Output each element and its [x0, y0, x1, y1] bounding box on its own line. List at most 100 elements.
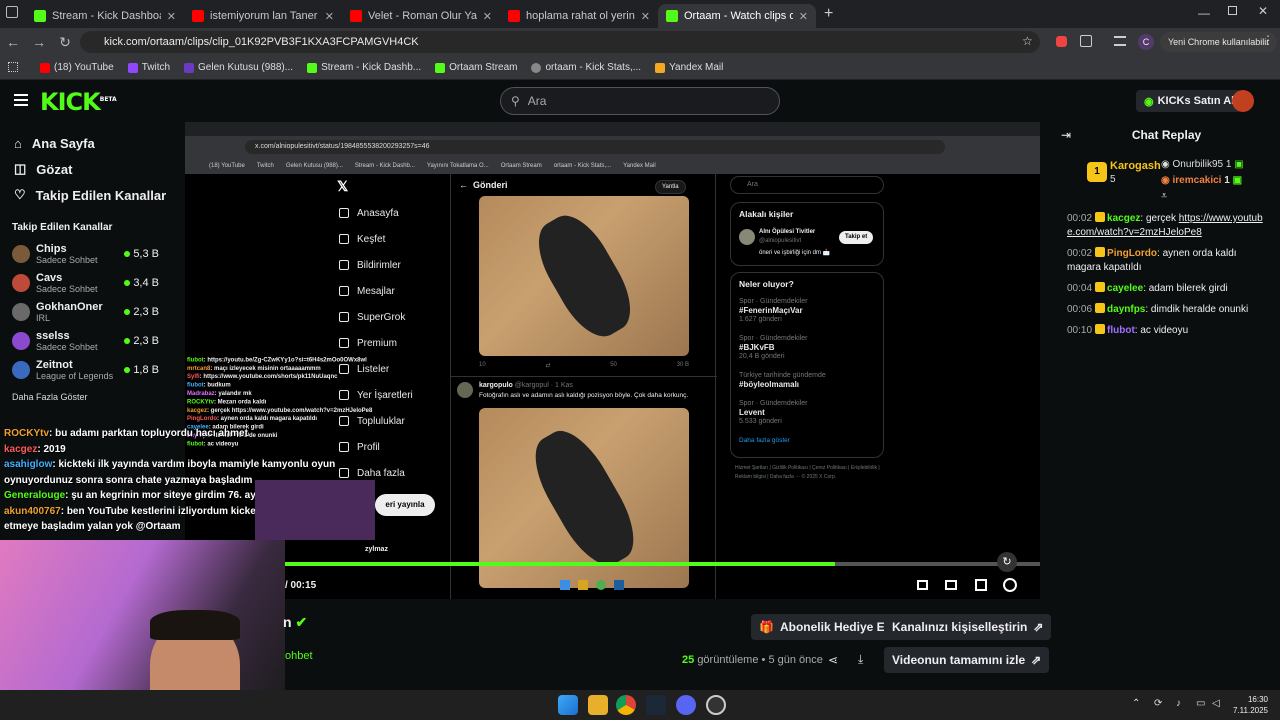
- sidebar-channel[interactable]: sselss Sadece Sohbet 2,3 B: [0, 326, 175, 355]
- bookmark-item[interactable]: (18) YouTube: [40, 62, 114, 73]
- maximize-icon[interactable]: [1228, 6, 1237, 15]
- close-tab-icon[interactable]: ✕: [483, 10, 492, 23]
- clock[interactable]: 16:30 7.11.2025: [1230, 694, 1268, 716]
- bookmark-item[interactable]: Twitch: [127, 62, 170, 73]
- leader-row[interactable]: ◉ Onurbilik95 1 ▣: [1161, 159, 1244, 170]
- close-tab-icon[interactable]: ✕: [325, 10, 334, 23]
- show-more-link[interactable]: Daha Fazla Göster: [0, 384, 175, 410]
- sidebar-channel[interactable]: Cavs Sadece Sohbet 3,4 B: [0, 268, 175, 297]
- expand-leaderboard-icon[interactable]: ⩡: [1161, 190, 1167, 203]
- chrome-update-button[interactable]: Yeni Chrome kullanılabilir: [1160, 32, 1278, 52]
- x-nav-item[interactable]: Bildirimler: [333, 252, 443, 278]
- download-icon[interactable]: ⤓: [858, 652, 863, 667]
- video-progress-track[interactable]: [185, 562, 1040, 566]
- sidebar-item-home[interactable]: ⌂ Ana Sayfa: [0, 130, 175, 156]
- kick-logo[interactable]: KICKBETA: [40, 88, 117, 116]
- extensions-puzzle-icon[interactable]: [1080, 35, 1092, 47]
- media-icon[interactable]: [1114, 36, 1126, 46]
- volume-icon[interactable]: ◁: [1212, 698, 1220, 709]
- extension-icon[interactable]: [1056, 36, 1067, 47]
- tab-search-icon[interactable]: [6, 6, 18, 18]
- picture-in-picture-icon[interactable]: [917, 580, 928, 590]
- message-user[interactable]: daynfps: [1107, 304, 1145, 315]
- minimize-icon[interactable]: —: [1198, 6, 1210, 20]
- reload-icon[interactable]: ↻: [52, 34, 78, 51]
- replay-icon[interactable]: ↻: [997, 552, 1017, 572]
- trend-item[interactable]: Spor · Gündemdekiler Levent 5.533 gönderi: [739, 399, 879, 426]
- url-bar[interactable]: kick.com/ortaam/clips/clip_01K92PVB3F1KX…: [80, 31, 1040, 53]
- bookmark-star-icon[interactable]: ☆: [1022, 34, 1033, 48]
- kicks-buy-button[interactable]: ◉ KICKs Satın Al: [1136, 90, 1243, 112]
- x-nav-item[interactable]: Profil: [333, 434, 443, 460]
- tray-chevron-icon[interactable]: ⌃: [1132, 698, 1140, 709]
- message-user[interactable]: PingLordo: [1107, 248, 1157, 259]
- sidebar-channel[interactable]: GokhanOner IRL 2,3 B: [0, 297, 175, 326]
- obs-taskbar-icon[interactable]: [706, 695, 726, 715]
- close-window-icon[interactable]: ✕: [1258, 4, 1268, 18]
- message-user[interactable]: cayelee: [1107, 283, 1143, 294]
- display-icon[interactable]: ▭: [1196, 698, 1205, 709]
- bookmark-item[interactable]: Ortaam Stream: [435, 62, 517, 73]
- search-input[interactable]: ⚲ Ara: [500, 87, 780, 115]
- apps-grid-icon[interactable]: [8, 62, 18, 72]
- views-label: görüntüleme: [697, 654, 759, 666]
- microphone-icon[interactable]: ♪: [1176, 698, 1181, 709]
- browser-tab-active[interactable]: Ortaam - Watch clips on Kick ✕: [658, 4, 816, 28]
- close-tab-icon[interactable]: ✕: [799, 10, 808, 23]
- follow-button[interactable]: Takip et: [839, 231, 874, 244]
- close-tab-icon[interactable]: ✕: [167, 10, 176, 23]
- close-tab-icon[interactable]: ✕: [641, 10, 650, 23]
- trend-item[interactable]: Spor · Gündemdekiler #FenerinMaçıVar 1.627…: [739, 297, 879, 324]
- clip-category[interactable]: ohbet: [285, 650, 313, 662]
- theater-mode-icon[interactable]: [945, 580, 957, 590]
- profile-avatar[interactable]: C: [1138, 34, 1154, 50]
- discord-taskbar-icon[interactable]: [676, 695, 696, 715]
- browser-tab[interactable]: hoplama rahat ol yerinde otur ✕: [500, 4, 658, 28]
- customize-channel-button[interactable]: Kanalınızı kişiselleştirin ⇗: [884, 614, 1052, 640]
- watch-full-video-button[interactable]: Videonun tamamını izle ⇗: [884, 647, 1050, 673]
- bookmark-item[interactable]: Stream - Kick Dashb...: [307, 62, 421, 73]
- chrome-taskbar-icon[interactable]: [616, 695, 636, 715]
- top-gifter-name[interactable]: Karogash: [1110, 160, 1161, 172]
- gift-subscription-button[interactable]: 🎁 Abonelik Hediye Et: [751, 614, 897, 640]
- browser-tab[interactable]: istemiyorum lan Taner Tolga Ta ✕: [184, 4, 342, 28]
- new-tab-icon[interactable]: +: [824, 5, 833, 23]
- fullscreen-icon[interactable]: [975, 579, 987, 591]
- share-icon[interactable]: ⋖: [828, 653, 838, 667]
- x-nav-item[interactable]: Mesajlar: [333, 278, 443, 304]
- bookmark-item[interactable]: Yandex Mail: [655, 62, 723, 73]
- message-user[interactable]: kacgez: [1107, 213, 1140, 224]
- network-icon[interactable]: ⟳: [1154, 698, 1162, 709]
- sidebar-item-following[interactable]: ♡ Takip Edilen Kanallar: [0, 182, 175, 208]
- leader-row[interactable]: ◉ iremcakici 1 ▣: [1161, 175, 1242, 186]
- user-avatar[interactable]: [1232, 90, 1254, 112]
- message-user[interactable]: flubot: [1107, 325, 1135, 336]
- x-footer: Hizmet Şartları | Gizlilik Politikası | …: [735, 465, 880, 480]
- x-nav-item[interactable]: Keşfet: [333, 226, 443, 252]
- file-explorer-icon[interactable]: [588, 695, 608, 715]
- sidebar-channel[interactable]: Zeitnot League of Legends 1,8 B: [0, 355, 175, 384]
- x-nav-item[interactable]: Yer İşaretleri: [333, 382, 443, 408]
- sidebar-channel[interactable]: Chips Sadece Sohbet 5,3 B: [0, 239, 175, 268]
- browser-tab[interactable]: Velet - Roman Olur Yazsam Sen ✕: [342, 4, 500, 28]
- forward-icon[interactable]: →: [26, 34, 52, 50]
- settings-gear-icon[interactable]: [1003, 578, 1017, 592]
- trends-show-more[interactable]: Daha fazla göster: [739, 437, 790, 444]
- sidebar-item-browse[interactable]: ◫ Gözat: [0, 156, 175, 182]
- trend-item[interactable]: Türkiye tarihinde gündemde #böyleolmamalı: [739, 371, 879, 389]
- steam-taskbar-icon[interactable]: [646, 695, 666, 715]
- reply-button[interactable]: Yantla: [655, 180, 686, 194]
- bookmark-item[interactable]: ortaam - Kick Stats,...: [531, 62, 641, 73]
- chrome-menu-icon[interactable]: ⋮: [1262, 33, 1274, 47]
- x-search[interactable]: Ara: [730, 176, 884, 194]
- x-nav-item[interactable]: SuperGrok: [333, 304, 443, 330]
- hamburger-menu-icon[interactable]: [14, 94, 28, 106]
- browser-tab[interactable]: Stream - Kick Dashboard ✕: [26, 4, 184, 28]
- x-nav-item[interactable]: Anasayfa: [333, 200, 443, 226]
- trend-item[interactable]: Spor · Gündemdekiler #BJKvFB 20,4 B gönder…: [739, 334, 879, 361]
- back-icon[interactable]: ←: [0, 34, 26, 50]
- x-nav-item[interactable]: Premium: [333, 330, 443, 356]
- x-post-button[interactable]: eri yayınla: [375, 494, 435, 516]
- bookmark-item[interactable]: Gelen Kutusu (988)...: [184, 62, 293, 73]
- windows-start-icon[interactable]: [558, 695, 578, 715]
